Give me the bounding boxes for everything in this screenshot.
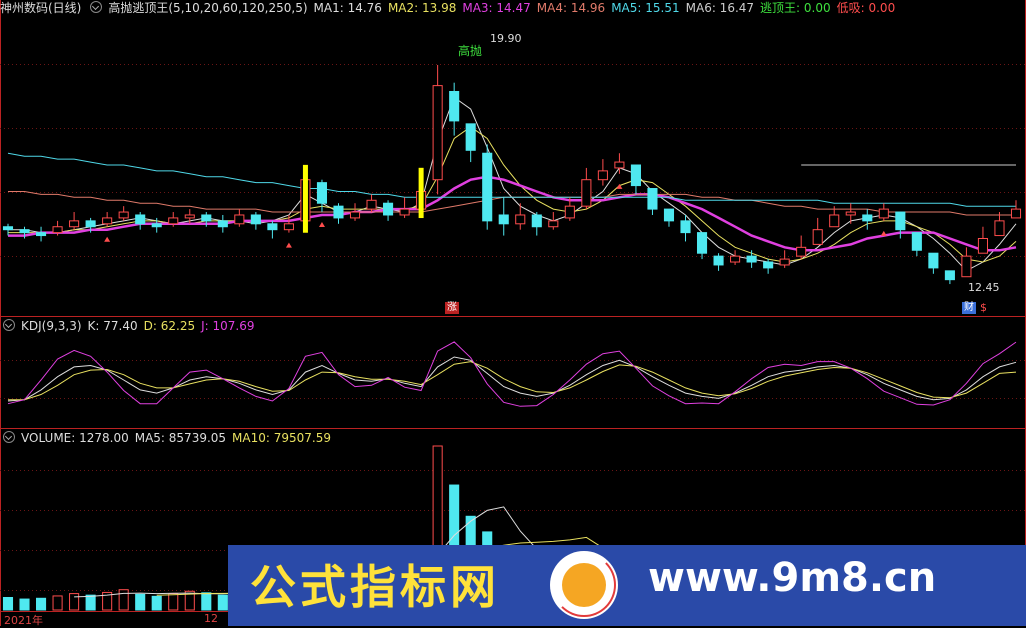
stock-name: 神州数码(日线) <box>0 1 82 15</box>
volume-bar <box>201 592 212 611</box>
escape-label: 逃顶王: 0.00 <box>760 1 831 15</box>
kdj-d-label: D: 62.25 <box>143 319 196 333</box>
volume-bar <box>118 589 129 611</box>
kdj-menu-icon[interactable] <box>3 319 15 331</box>
volume-header: VOLUME: 1278.00 MA5: 85739.05 MA10: 79507.… <box>0 430 337 446</box>
low-buy-label: 低吸: 0.00 <box>836 1 896 15</box>
high-price-label: 19.90 <box>490 32 522 45</box>
volume-bar <box>217 594 228 611</box>
ma3-label: MA3: 14.47 <box>462 1 531 15</box>
site-logo-icon <box>550 551 618 619</box>
volume-name: VOLUME: 1278.00 <box>21 431 129 445</box>
watermark-banner: 公式指标网 www.9m8.cn <box>228 545 1026 626</box>
ma6-label: MA6: 16.47 <box>685 1 755 15</box>
finance-mark[interactable]: 财 <box>962 302 976 314</box>
kdj-k-label: K: 77.40 <box>87 319 138 333</box>
kdj-name: KDJ(9,3,3) <box>21 319 82 333</box>
rise-mark: 涨 <box>445 302 459 314</box>
indicator-menu-icon[interactable] <box>90 1 103 13</box>
banner-title: 公式指标网 <box>250 560 500 614</box>
logo-core <box>562 563 606 607</box>
s-mark: $ <box>980 301 987 314</box>
kdj-header: KDJ(9,3,3) K: 77.40 D: 62.25 J: 107.69 <box>0 318 260 334</box>
x-label-month: 12 <box>204 612 218 625</box>
volume-bar <box>52 595 63 611</box>
volume-bar <box>69 593 80 611</box>
price-header: 神州数码(日线) 高抛逃顶王(5,10,20,60,120,250,5) MA1: … <box>0 0 901 16</box>
high-sell-label: 高抛 <box>458 44 483 58</box>
volume-ma10-label: MA10: 79507.59 <box>232 431 331 445</box>
volume-chart[interactable] <box>0 0 1026 626</box>
low-price-label: 12.45 <box>968 281 1000 294</box>
ma5-label: MA5: 15.51 <box>611 1 680 15</box>
ma1-label: MA1: 14.76 <box>313 1 382 15</box>
volume-bar <box>85 594 96 611</box>
volume-bar <box>135 593 146 611</box>
indicator-name: 高抛逃顶王(5,10,20,60,120,250,5) <box>108 1 308 15</box>
ma2-label: MA2: 13.98 <box>387 1 457 15</box>
volume-bar <box>19 598 30 611</box>
volume-bar <box>2 597 14 611</box>
banner-url: www.9m8.cn <box>648 555 937 601</box>
volume-bar <box>168 593 179 611</box>
volume-menu-icon[interactable] <box>3 431 15 443</box>
ma4-label: MA4: 14.96 <box>536 1 606 15</box>
volume-bar <box>151 595 162 611</box>
volume-bar <box>36 597 47 611</box>
volume-ma5-label: MA5: 85739.05 <box>134 431 227 445</box>
kdj-j-label: J: 107.69 <box>201 319 255 333</box>
